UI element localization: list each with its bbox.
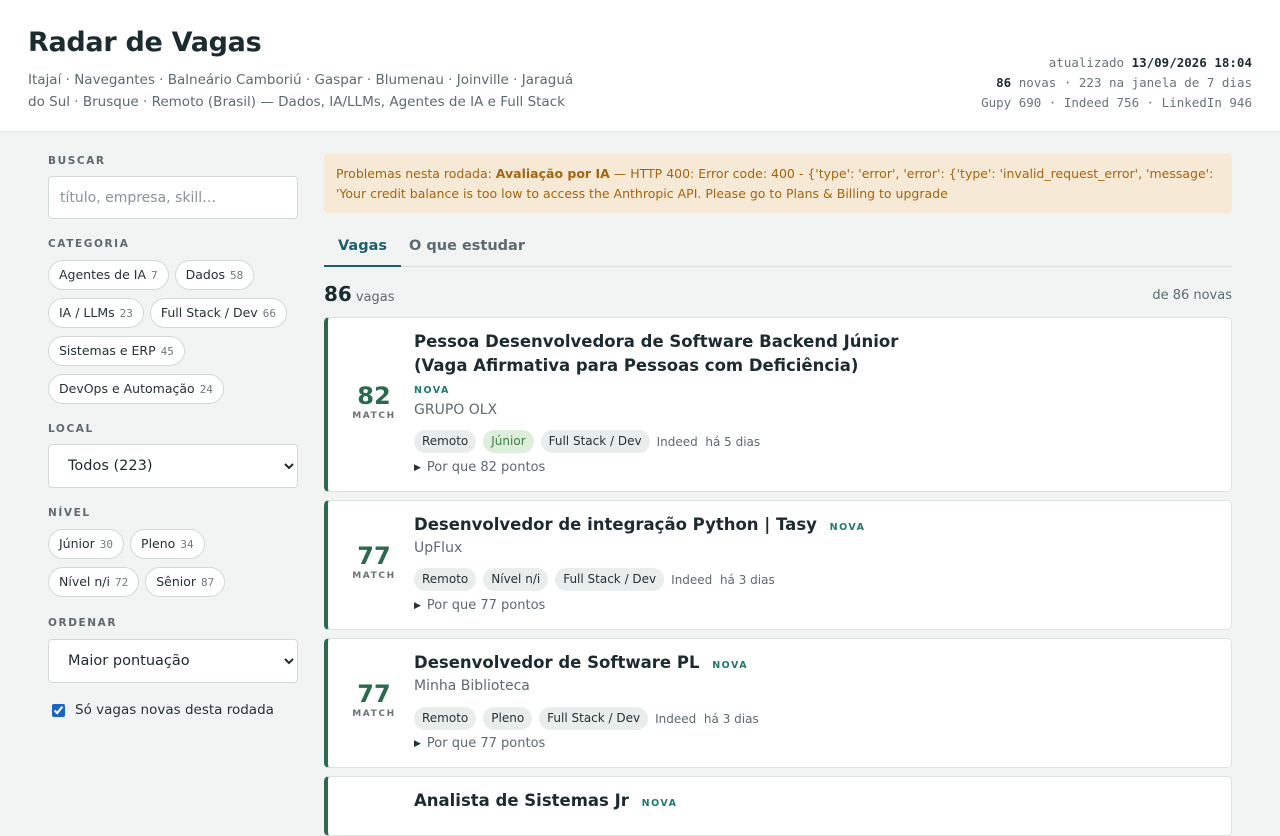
app-subtitle: Itajaí · Navegantes · Balneário Camboriú… [28, 72, 574, 110]
tag-category: Full Stack / Dev [555, 568, 665, 591]
job-source: Indeed há 3 dias [671, 572, 775, 587]
run-meta: atualizado 13/09/2026 18:04 86 novas · 2… [981, 53, 1252, 113]
tab-vagas[interactable]: Vagas [324, 229, 402, 267]
order-label: ORDENAR [48, 617, 118, 629]
match-score: 82 MATCH [352, 382, 396, 421]
local-label: LOCAL [48, 423, 94, 435]
job-card[interactable]: 82 MATCH Pessoa Desenvolvedora de Softwa… [324, 317, 1232, 492]
only-new-checkbox[interactable] [52, 703, 65, 717]
job-title[interactable]: Desenvolvedor de Software PL NOVA [414, 651, 748, 678]
tag-location: Remoto [414, 568, 477, 591]
new-badge: NOVA [712, 660, 749, 671]
job-tags: Remoto Pleno Full Stack / Dev Indeed há … [414, 707, 759, 730]
job-title[interactable]: Desenvolvedor de integração Python | Tas… [414, 513, 866, 540]
results-count: 86 vagas de 86 novas [324, 282, 1232, 306]
level-chip[interactable]: Nível n/i 72 [48, 567, 140, 597]
only-new-toggle[interactable]: Só vagas novas desta rodada [52, 702, 274, 718]
search-input[interactable] [48, 176, 298, 219]
job-title[interactable]: Pessoa Desenvolvedora de Software Backen… [414, 330, 898, 378]
category-chips: Agentes de IA 7 Dados 58 IA / LLMs 23 Full … [48, 260, 300, 404]
level-chip[interactable]: Sênior 87 [145, 567, 226, 597]
category-label: CATEGORIA [48, 238, 130, 250]
category-chip[interactable]: Full Stack / Dev 66 [149, 298, 287, 328]
sources-line: Gupy 690 · Indeed 756 · LinkedIn 946 [981, 95, 1252, 110]
category-chip[interactable]: Sistemas e ERP 45 [48, 336, 185, 366]
new-badge: NOVA [414, 385, 450, 396]
level-chip[interactable]: Júnior 30 [48, 529, 125, 559]
tab-o-que-estudar[interactable]: O que estudar [395, 229, 539, 267]
disclosure-triangle-icon: ▶ [414, 462, 421, 473]
app-title: Radar de Vagas [28, 27, 262, 58]
job-title[interactable]: Analista de Sistemas Jr NOVA [414, 789, 678, 816]
score-explainer[interactable]: ▶ Por que 77 pontos [414, 736, 545, 751]
job-tags: Remoto Nível n/i Full Stack / Dev Indeed… [414, 568, 775, 591]
tag-location: Remoto [414, 707, 477, 730]
tag-location: Remoto [414, 430, 477, 453]
company-name: GRUPO OLX [414, 402, 498, 418]
local-select[interactable]: Todos (223) [48, 444, 298, 488]
level-label: NÍVEL [48, 507, 91, 519]
category-chip[interactable]: DevOps e Automação 24 [48, 374, 224, 404]
match-score: 77 MATCH [352, 680, 396, 719]
order-select[interactable]: Maior pontuação [48, 639, 298, 683]
disclosure-triangle-icon: ▶ [414, 600, 421, 611]
tag-category: Full Stack / Dev [540, 430, 650, 453]
company-name: Minha Biblioteca [414, 678, 530, 694]
job-card[interactable]: 77 MATCH Desenvolvedor de Software PL NO… [324, 638, 1232, 768]
level-chip[interactable]: Pleno 34 [130, 529, 205, 559]
job-source: Indeed há 5 dias [656, 434, 761, 449]
tag-category: Full Stack / Dev [539, 707, 649, 730]
category-chip[interactable]: Agentes de IA 7 [48, 260, 169, 290]
score-explainer[interactable]: ▶ Por que 82 pontos [414, 460, 545, 475]
tag-level: Júnior [483, 430, 534, 453]
new-count-line: 86 novas · 223 na janela de 7 dias [996, 75, 1252, 90]
job-tags: Remoto Júnior Full Stack / Dev Indeed há… [414, 430, 760, 453]
results-total: de 86 novas [1152, 288, 1232, 303]
disclosure-triangle-icon: ▶ [414, 738, 421, 749]
job-card[interactable]: Analista de Sistemas Jr NOVA [324, 776, 1232, 836]
page-header: Radar de Vagas Itajaí · Navegantes · Bal… [0, 0, 1280, 132]
job-source: Indeed há 3 dias [655, 711, 759, 726]
company-name: UpFlux [414, 540, 463, 556]
match-score: 77 MATCH [352, 542, 396, 581]
error-alert: Problemas nesta rodada: Avaliação por IA… [324, 154, 1232, 213]
category-chip[interactable]: IA / LLMs 23 [48, 298, 144, 328]
new-badge: NOVA [829, 522, 866, 533]
level-chips: Júnior 30 Pleno 34 Nível n/i 72 Sênior 87 [48, 529, 300, 597]
tag-level: Nível n/i [483, 568, 549, 591]
job-card[interactable]: 77 MATCH Desenvolvedor de integração Pyt… [324, 500, 1232, 630]
search-label: BUSCAR [48, 155, 106, 167]
updated-line: atualizado 13/09/2026 18:04 [1048, 55, 1252, 70]
tag-level: Pleno [483, 707, 533, 730]
category-chip[interactable]: Dados 58 [174, 260, 255, 290]
view-tabs: Vagas O que estudar [324, 229, 1232, 267]
score-explainer[interactable]: ▶ Por que 77 pontos [414, 598, 545, 613]
